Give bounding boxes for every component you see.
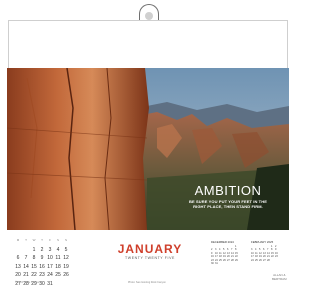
empty-day-cell — [54, 281, 62, 289]
day-cell: 14 — [22, 264, 30, 273]
hanging-hole — [145, 12, 153, 20]
mini-calendar-next: FEBRUARY 2025 12345678910111213141516171… — [251, 240, 281, 262]
weekday-label: S — [62, 238, 70, 247]
ambition-quote: BE SURE YOU PUT YOUR FEET IN THE RIGHT P… — [188, 199, 268, 209]
calendar-photo: AMBITION BE SURE YOU PUT YOUR FEET IN TH… — [7, 68, 289, 230]
day-cell: 16 — [38, 264, 46, 273]
mini-prev-title: DECEMBER 2024 — [211, 240, 241, 244]
mini-prev-grid: 1234567891011121314151617181920212223242… — [211, 245, 241, 265]
day-cell: 12 — [62, 255, 70, 264]
weekday-label: T — [38, 238, 46, 247]
day-cell: 9 — [38, 255, 46, 264]
day-cell: 22 — [30, 272, 38, 281]
empty-day-cell — [62, 281, 70, 289]
mini-next-title: FEBRUARY 2025 — [251, 240, 281, 244]
brand-line-2: BERTRAM — [272, 278, 287, 282]
day-cell: 24 — [46, 272, 54, 281]
footer-copyright: © 2024 Some Company — [15, 281, 42, 284]
day-cell: 19 — [62, 264, 70, 273]
day-cell: 6 — [14, 255, 22, 264]
weekday-label: T — [22, 238, 30, 247]
weekday-label: M — [14, 238, 22, 247]
month-year: TWENTY TWENTY FIVE — [100, 256, 200, 260]
day-cell: 23 — [38, 272, 46, 281]
ambition-title: AMBITION — [188, 184, 268, 198]
mini-empty-cell — [275, 259, 279, 262]
brand-mark: ALLAN & BERTRAM — [272, 274, 287, 281]
day-cell: 11 — [54, 255, 62, 264]
day-cell: 5 — [62, 247, 70, 256]
day-cell: 10 — [46, 255, 54, 264]
mini-calendar-prev: DECEMBER 2024 12345678910111213141516171… — [211, 240, 241, 265]
day-cell: 4 — [54, 247, 62, 256]
day-cell: 7 — [22, 255, 30, 264]
month-heading: JANUARY TWENTY TWENTY FIVE — [100, 242, 200, 260]
day-cell: 8 — [30, 255, 38, 264]
empty-day-cell — [14, 247, 22, 256]
day-cell: 17 — [46, 264, 54, 273]
day-cell: 26 — [62, 272, 70, 281]
ambition-caption: AMBITION BE SURE YOU PUT YOUR FEET IN TH… — [188, 184, 268, 209]
day-cell: 21 — [22, 272, 30, 281]
day-cell: 2 — [38, 247, 46, 256]
day-cell: 18 — [54, 264, 62, 273]
blank-top-page — [8, 20, 288, 69]
photo-caption: Photo: Sao Gorotng Rock Canyon — [128, 281, 166, 284]
mini-empty-cell — [235, 262, 239, 265]
day-cell: 1 — [30, 247, 38, 256]
day-cell: 15 — [30, 264, 38, 273]
weekday-label: F — [46, 238, 54, 247]
day-cell: 13 — [14, 264, 22, 273]
day-cell: 3 — [46, 247, 54, 256]
mini-next-grid: 1234567891011121314151617181920212223242… — [251, 245, 281, 262]
day-cell: 20 — [14, 272, 22, 281]
month-name: JANUARY — [100, 242, 200, 256]
weekday-label: S — [54, 238, 62, 247]
empty-day-cell — [22, 247, 30, 256]
day-cell: 25 — [54, 272, 62, 281]
weekday-label: W — [30, 238, 38, 247]
day-cell: 31 — [46, 281, 54, 289]
